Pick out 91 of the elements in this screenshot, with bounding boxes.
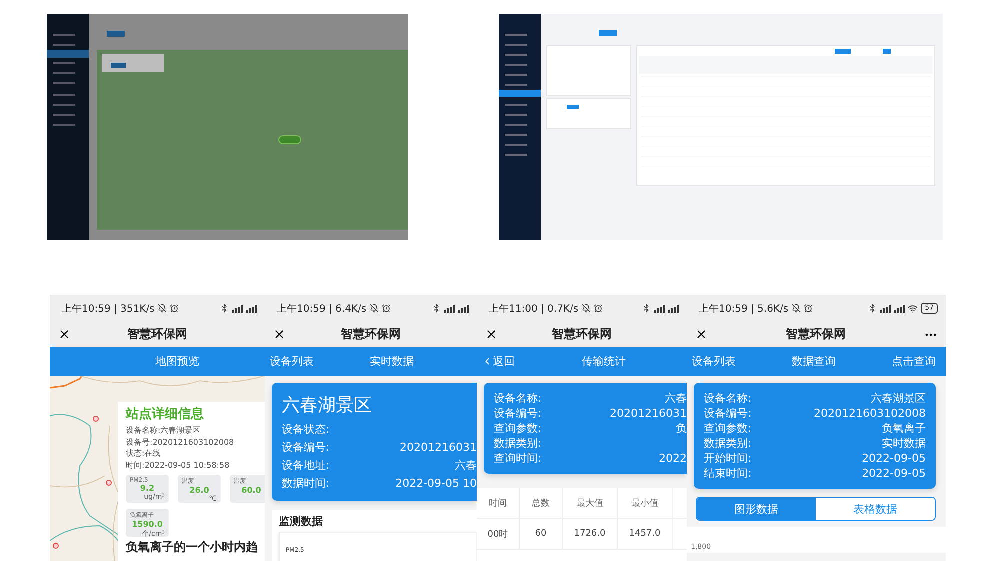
column-header: 总数 bbox=[520, 488, 563, 518]
info-label: 结束时间: bbox=[704, 466, 752, 481]
status-time: 上午11:00 | 0.7K/s bbox=[489, 302, 579, 316]
signal-icon bbox=[458, 304, 469, 312]
nav-item[interactable]: 设备列表 bbox=[692, 354, 736, 369]
info-value: 2022 bbox=[659, 451, 687, 466]
alarm-clock-icon bbox=[804, 304, 813, 313]
info-label: 查询时间: bbox=[494, 451, 542, 466]
station-detail: 时间:2022-09-05 10:58:58 bbox=[126, 460, 231, 471]
info-label: 查询参数: bbox=[704, 421, 752, 436]
reading-value: 1590.0 bbox=[131, 520, 164, 529]
signal-icon bbox=[246, 304, 257, 312]
station-detail: 设备名称:六春湖景区 bbox=[126, 425, 202, 436]
nav-item[interactable]: 数据查询 bbox=[792, 354, 836, 369]
column-header: 最小值 bbox=[618, 488, 673, 518]
device-name: 六春湖景区 bbox=[282, 394, 373, 417]
bell-off-icon bbox=[158, 304, 167, 313]
alarm-clock-icon bbox=[382, 304, 391, 313]
chart-caption: 负氧离子的一个小时内趋 bbox=[126, 540, 259, 554]
close-icon[interactable] bbox=[273, 328, 286, 341]
info-label: 设备名称: bbox=[494, 391, 542, 406]
info-value: 六春 bbox=[455, 458, 477, 474]
info-value: 实时数据 bbox=[882, 436, 926, 451]
info-label: 查询参数: bbox=[494, 421, 542, 436]
close-icon[interactable] bbox=[58, 328, 71, 341]
nav-item[interactable]: 传输统计 bbox=[582, 354, 626, 369]
reading-value: 26.0 bbox=[188, 486, 210, 495]
info-value: 2020121603102008 bbox=[814, 406, 926, 421]
reading-value: 60.0 bbox=[240, 486, 262, 495]
column-header: 最大值 bbox=[563, 488, 618, 518]
alarm-clock-icon bbox=[594, 304, 603, 313]
table-cell: 00时 bbox=[477, 519, 520, 549]
signal-icon bbox=[654, 304, 665, 312]
info-label: 数据类别: bbox=[704, 436, 752, 451]
info-value: 2022-09-05 bbox=[862, 451, 926, 466]
view-tab[interactable]: 表格数据 bbox=[816, 498, 935, 520]
bell-off-icon bbox=[582, 304, 591, 313]
signal-icon bbox=[668, 304, 679, 312]
nav-item[interactable]: 点击查询 bbox=[892, 354, 936, 369]
info-value: 负氧离子 bbox=[882, 421, 926, 436]
app-title: 智慧环保网 bbox=[786, 326, 846, 343]
info-label: 设备地址: bbox=[282, 458, 330, 474]
wifi-icon bbox=[908, 304, 918, 314]
app-title: 智慧环保网 bbox=[341, 326, 401, 343]
signal-icon bbox=[232, 304, 243, 312]
column-header: 时间 bbox=[477, 488, 520, 518]
info-label: 设备名称: bbox=[704, 391, 752, 406]
section-title: 监测数据 bbox=[279, 515, 324, 528]
bluetooth-icon bbox=[432, 304, 441, 313]
bluetooth-icon bbox=[868, 304, 878, 313]
app-title: 智慧环保网 bbox=[128, 326, 188, 343]
info-label: 开始时间: bbox=[704, 451, 752, 466]
reading-value: 9.2 bbox=[139, 484, 156, 493]
table-cell: 1726.0 bbox=[563, 519, 618, 549]
info-value: 20201216031 bbox=[400, 440, 477, 456]
station-detail: 设备号:2020121603102008 bbox=[126, 436, 236, 448]
station-detail: 状态:在线 bbox=[126, 448, 162, 460]
table-cell: 1457.0 bbox=[618, 519, 673, 549]
close-icon[interactable] bbox=[695, 328, 708, 341]
signal-icon bbox=[444, 304, 455, 312]
info-label: 数据类别: bbox=[494, 436, 542, 451]
info-label: 设备编号: bbox=[494, 406, 542, 421]
info-value: 2022-09-05 10 bbox=[396, 476, 477, 492]
status-time: 上午10:59 | 351K/s bbox=[62, 302, 155, 316]
info-label: 数据时间: bbox=[282, 476, 330, 492]
signal-icon bbox=[880, 304, 892, 312]
app-title: 智慧环保网 bbox=[552, 326, 612, 343]
info-value: 六春湖景区 bbox=[871, 391, 926, 406]
info-value: 负 bbox=[676, 421, 687, 436]
nav-item[interactable]: 地图预览 bbox=[156, 354, 200, 369]
view-tab[interactable]: 图形数据 bbox=[697, 498, 816, 520]
signal-icon bbox=[894, 304, 906, 312]
info-value: 2022-09-05 bbox=[862, 466, 926, 481]
info-value: 20201216031 bbox=[610, 406, 687, 421]
status-time: 上午10:59 | 5.6K/s bbox=[699, 302, 789, 316]
status-time: 上午10:59 | 6.4K/s bbox=[277, 302, 367, 316]
card-title: 站点详细信息 bbox=[126, 407, 205, 423]
table-cell: 60 bbox=[520, 519, 563, 549]
bluetooth-icon bbox=[642, 304, 651, 313]
alarm-clock-icon bbox=[170, 304, 179, 313]
nav-item[interactable]: 设备列表 bbox=[270, 354, 314, 369]
back-link[interactable]: 返回 bbox=[482, 354, 515, 369]
bluetooth-icon bbox=[220, 304, 229, 313]
close-icon[interactable] bbox=[485, 328, 498, 341]
info-label: 设备编号: bbox=[282, 440, 330, 456]
info-label: 设备状态: bbox=[282, 422, 330, 438]
info-label: 设备编号: bbox=[704, 406, 752, 421]
info-value: 六春 bbox=[665, 391, 687, 406]
nav-item[interactable]: 实时数据 bbox=[370, 354, 414, 369]
bell-off-icon bbox=[370, 304, 379, 313]
bell-off-icon bbox=[792, 304, 801, 313]
